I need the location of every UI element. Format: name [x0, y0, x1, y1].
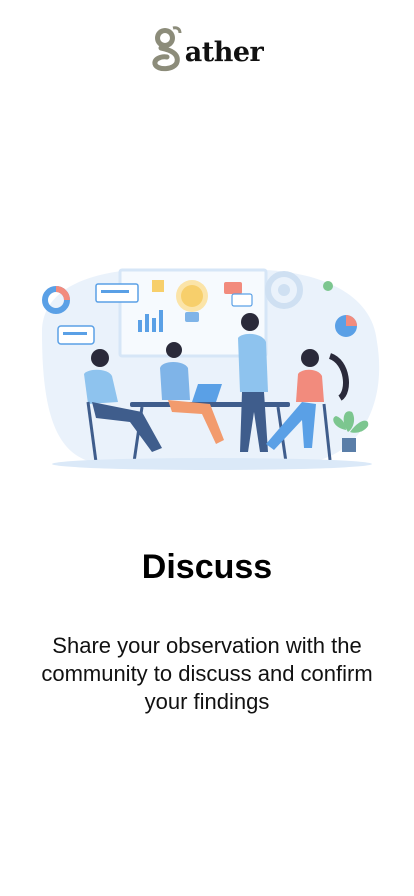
g-letter-logo-icon	[152, 26, 182, 72]
onboarding-description: Share your observation with the communit…	[41, 633, 373, 714]
app-logo: ather	[0, 24, 414, 77]
team-meeting-illustration	[42, 268, 380, 470]
onboarding-title: Discuss	[141, 548, 273, 586]
logo-text: ather	[184, 37, 264, 68]
